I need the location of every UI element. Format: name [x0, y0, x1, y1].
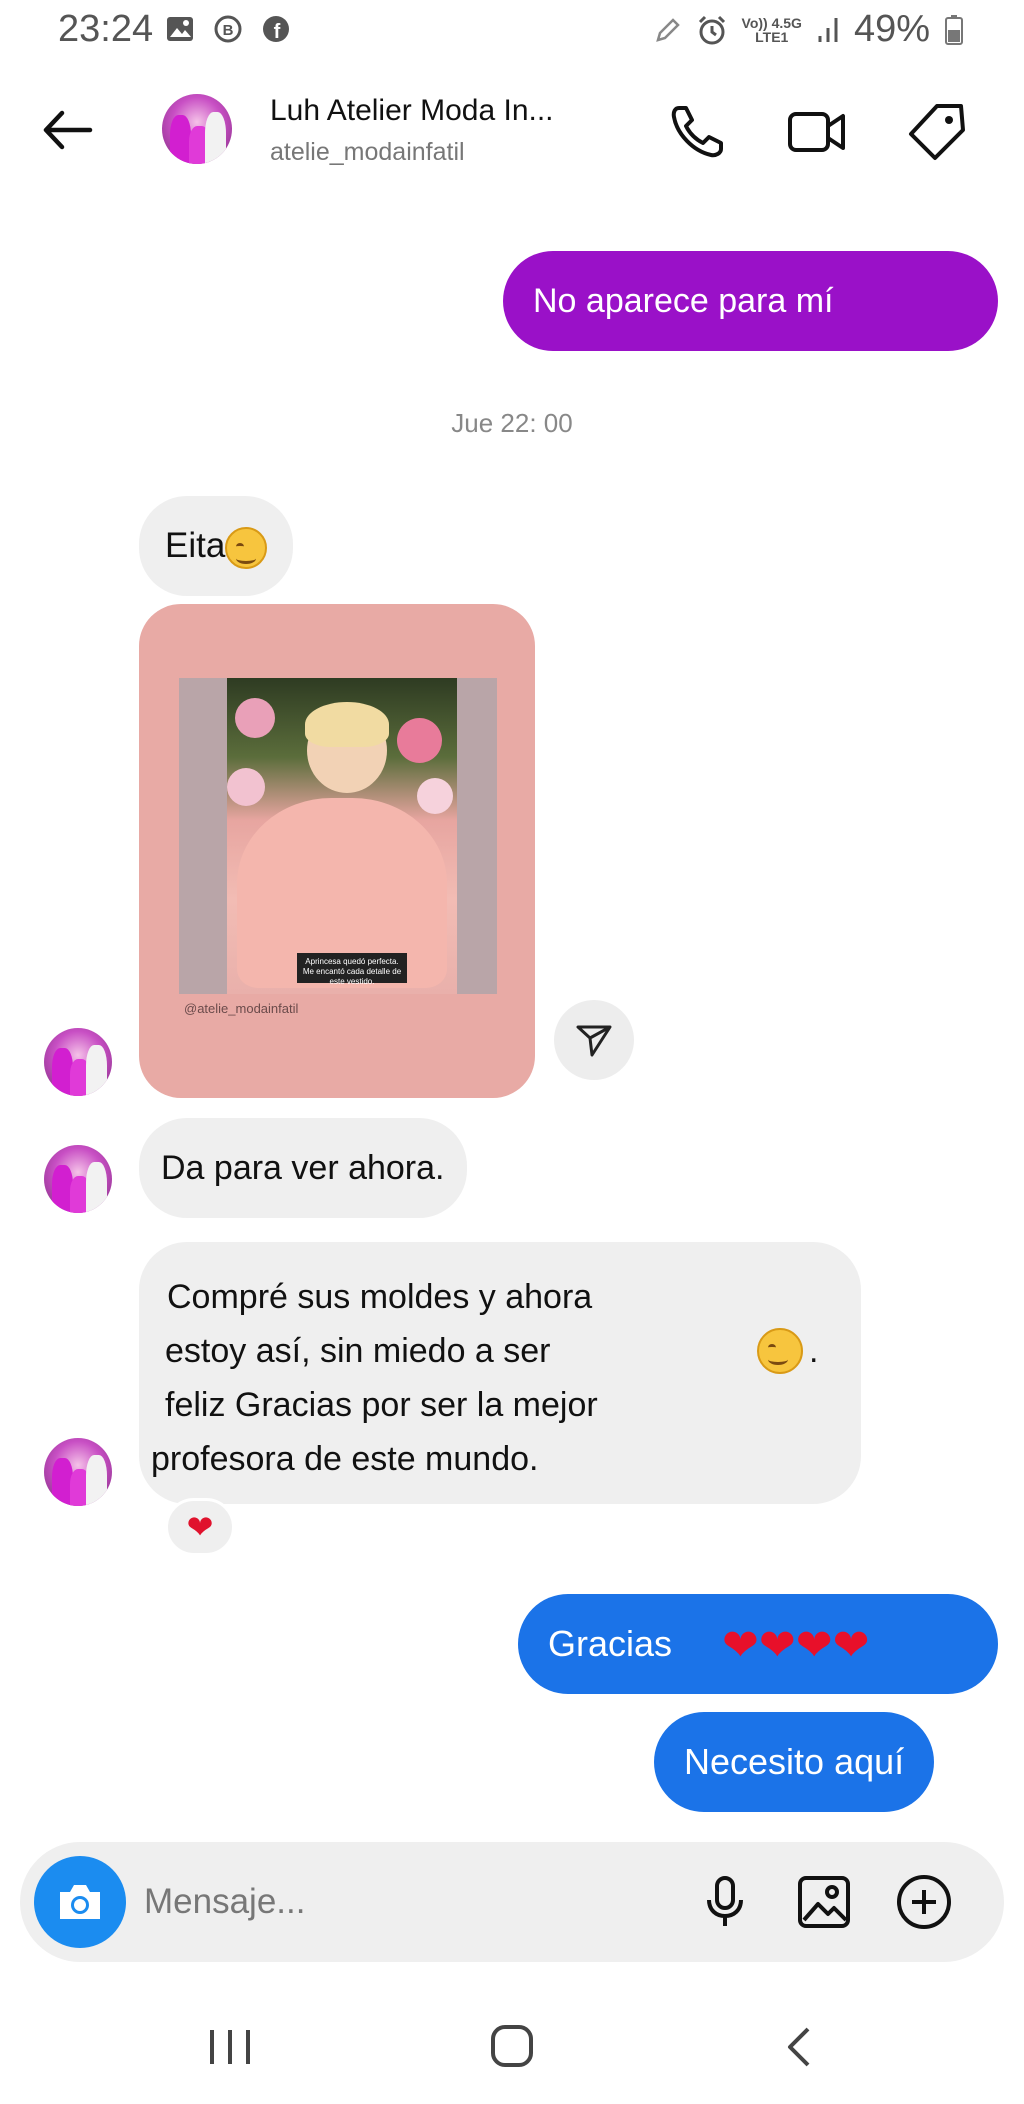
smiling-emoji-icon [757, 1328, 803, 1374]
network-type-top: Vo)) 4.5G [741, 14, 802, 31]
status-notification-icons: B f [165, 14, 291, 44]
tag-icon[interactable] [905, 100, 969, 164]
outgoing-message[interactable]: No aparece para mí [503, 251, 998, 351]
contact-handle[interactable]: atelie_modainfatil [270, 138, 465, 167]
post-caption-line: Aprincesa quedó perfecta. [305, 957, 399, 966]
incoming-message[interactable]: Eita [139, 496, 294, 596]
message-line: Compré sus moldes y ahora [165, 1270, 835, 1324]
heart-reaction[interactable]: ❤ [165, 1498, 235, 1556]
camera-button[interactable] [34, 1856, 126, 1948]
alarm-icon [698, 15, 725, 44]
message-text: Compré sus moldes y ahora [167, 1278, 593, 1316]
network-indicator: Vo)) 4.5G LTE1 [742, 16, 802, 44]
message-composer [20, 1842, 1004, 1962]
grinning-emoji-icon [225, 526, 268, 569]
post-handle: @atelie_modainfatil [184, 1001, 299, 1016]
message-line: estoy así, sin miedo a ser . [165, 1324, 835, 1378]
image-icon[interactable] [794, 1872, 854, 1932]
status-system-icons: Vo)) 4.5G LTE1 49% [654, 8, 964, 51]
message-text: feliz Gracias por ser la mejor [165, 1386, 598, 1424]
shared-post[interactable]: Aprincesa quedó perfecta. Me encantó cad… [139, 604, 535, 1098]
incoming-message[interactable]: Compré sus moldes y ahora estoy así, sin… [139, 1242, 861, 1504]
camera-icon [60, 1885, 100, 1919]
b-notification-icon: B [214, 15, 242, 43]
message-line: profesora de este mundo. [151, 1432, 835, 1486]
chat-header: Luh Atelier Moda In... atelie_modainfati… [0, 70, 1024, 190]
heart-reaction-icon: ❤ [186, 1509, 214, 1545]
message-timestamp: Jue 22: 00 [451, 408, 573, 438]
message-text: profesora de este mundo. [151, 1440, 539, 1478]
post-caption-line: Me encantó cada detalle de este vestido. [302, 967, 402, 986]
battery-percent: 49% [853, 8, 930, 50]
message-text: Gracias [548, 1623, 673, 1664]
signal-icon [818, 17, 838, 42]
post-image: Aprincesa quedó perfecta. Me encantó cad… [179, 678, 497, 994]
microphone-icon[interactable] [695, 1872, 755, 1932]
message-text: Eita [165, 526, 226, 565]
message-text: No aparece para mí [533, 282, 834, 320]
share-post-button[interactable] [554, 1000, 634, 1080]
sender-avatar[interactable] [44, 1145, 112, 1213]
outgoing-message[interactable]: Necesito aquí [654, 1712, 935, 1812]
hearts-emoji: ❤❤❤❤ [722, 1620, 870, 1672]
status-time: 23:24 [58, 8, 154, 50]
svg-text:f: f [274, 21, 281, 43]
recent-apps-icon[interactable] [200, 2022, 260, 2072]
send-icon [576, 1025, 612, 1057]
phone-icon[interactable] [665, 100, 729, 164]
home-icon[interactable] [482, 2022, 542, 2072]
sender-avatar[interactable] [44, 1028, 112, 1096]
contact-name[interactable]: Luh Atelier Moda In... [270, 94, 554, 128]
incoming-message[interactable]: Da para ver ahora. [139, 1118, 467, 1218]
plus-circle-icon[interactable] [894, 1872, 954, 1932]
status-bar: 23:24 B f Vo)) 4.5G LTE1 49% [0, 0, 1024, 60]
battery-icon [945, 14, 963, 45]
message-input[interactable] [144, 1866, 564, 1938]
post-caption: Aprincesa quedó perfecta. Me encantó cad… [297, 953, 407, 986]
outgoing-message[interactable]: Gracias ❤❤❤❤ [518, 1594, 998, 1694]
gallery-notification-icon [167, 17, 193, 41]
facebook-notification-icon: f [263, 16, 289, 43]
video-camera-icon[interactable] [785, 100, 849, 164]
pencil-icon [655, 17, 680, 42]
svg-text:B: B [223, 22, 234, 39]
network-type-bottom: LTE1 [755, 28, 789, 45]
header-avatar[interactable] [162, 94, 232, 164]
back-icon[interactable] [770, 2022, 830, 2072]
message-text: Da para ver ahora. [161, 1149, 445, 1187]
back-arrow-icon[interactable] [38, 100, 98, 160]
system-navigation-bar [0, 1990, 1024, 2104]
message-text: Necesito aquí [684, 1741, 905, 1782]
message-text: estoy así, sin miedo a ser [165, 1332, 551, 1370]
message-line: feliz Gracias por ser la mejor [165, 1378, 835, 1432]
sender-avatar[interactable] [44, 1438, 112, 1506]
